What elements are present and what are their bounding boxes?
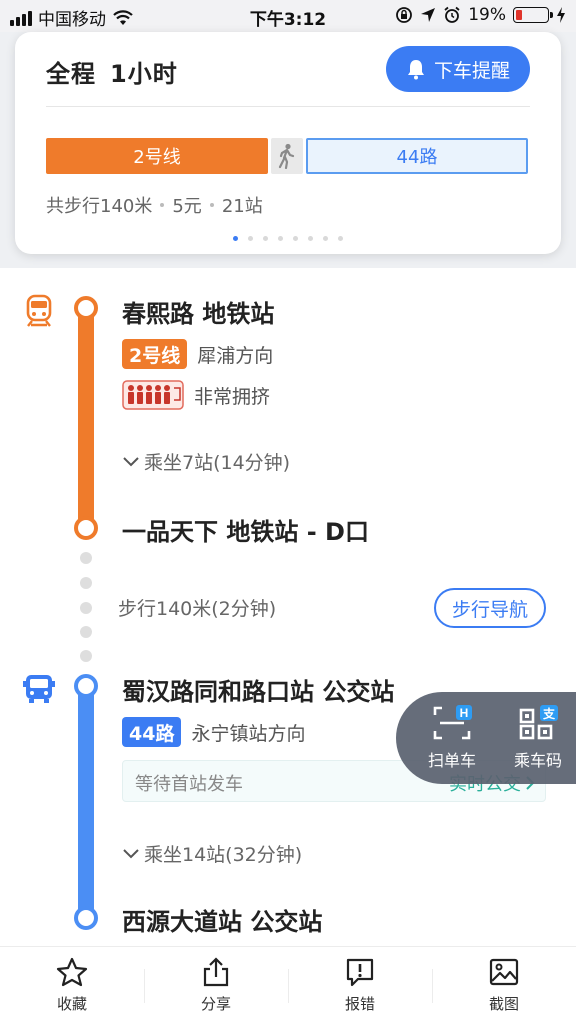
pager-dot[interactable] bbox=[323, 236, 328, 241]
subway-icon bbox=[26, 294, 52, 327]
pager-dot[interactable] bbox=[233, 236, 238, 241]
chevron-down-icon bbox=[123, 848, 139, 858]
fare: 5元 bbox=[172, 196, 202, 217]
metro-start-stop[interactable]: 春熙路 地铁站 bbox=[122, 294, 274, 329]
bell-icon bbox=[407, 60, 424, 80]
metro-route-line bbox=[78, 298, 94, 530]
favorite-button[interactable]: 收藏 bbox=[0, 947, 144, 1024]
crowded-people-icon bbox=[122, 380, 184, 410]
metro-direction: 犀浦方向 bbox=[197, 344, 274, 367]
report-error-label: 报错 bbox=[344, 995, 375, 1013]
metro-ride-info: 乘坐7站(14分钟) bbox=[144, 452, 291, 474]
bus-line-badge[interactable]: 44路 bbox=[122, 717, 182, 747]
segment-bus: 44路 bbox=[306, 138, 528, 174]
walk-navigation-button[interactable]: 步行导航 bbox=[434, 588, 546, 628]
meta-separator bbox=[209, 203, 214, 207]
star-icon bbox=[56, 957, 88, 987]
station-count: 21站 bbox=[221, 196, 263, 217]
screenshot-button[interactable]: 截图 bbox=[432, 947, 576, 1024]
bus-wait-text: 等待首站发车 bbox=[135, 774, 243, 795]
total-duration: 全程 1小时 bbox=[46, 54, 192, 89]
ride-code-button[interactable]: 支 乘车码 bbox=[504, 705, 572, 771]
pager-dot[interactable] bbox=[248, 236, 253, 241]
walking-person-icon bbox=[278, 143, 295, 169]
route-summary-card[interactable]: 全程 1小时 下车提醒 2号线 44路 共步行140米 5元 21站 bbox=[15, 32, 561, 254]
metro-line-info: 2号线 犀浦方向 bbox=[122, 339, 273, 369]
walk-dot bbox=[80, 552, 92, 564]
walk-total: 共步行140米 bbox=[46, 196, 153, 217]
report-error-button[interactable]: 报错 bbox=[288, 947, 432, 1024]
status-right: 19% bbox=[395, 5, 566, 25]
alipay-badge: 支 bbox=[542, 706, 556, 721]
charging-bolt-icon bbox=[557, 7, 565, 23]
scan-bike-icon: H bbox=[433, 705, 472, 740]
bus-line-info: 44路 永宁镇站方向 bbox=[122, 717, 305, 747]
walk-dot bbox=[80, 626, 92, 638]
bus-ride-info: 乘坐14站(32分钟) bbox=[144, 844, 303, 866]
pager-dot[interactable] bbox=[308, 236, 313, 241]
battery-fill bbox=[516, 10, 522, 20]
bus-ride-toggle[interactable]: 乘坐14站(32分钟) bbox=[122, 840, 302, 867]
card-divider bbox=[46, 106, 530, 107]
quick-action-panel: H 扫单车 支 乘车码 bbox=[396, 692, 576, 784]
qr-code-icon: 支 bbox=[519, 705, 558, 740]
bus-start-stop[interactable]: 蜀汉路同和路口站 公交站 bbox=[122, 672, 394, 707]
metro-end-stop[interactable]: 一品天下 地铁站 - D口 bbox=[122, 512, 369, 547]
bus-direction: 永宁镇站方向 bbox=[191, 722, 306, 745]
route-segment-bar: 2号线 44路 bbox=[46, 138, 528, 174]
bus-start-node bbox=[74, 674, 98, 698]
bus-end-stop[interactable]: 西源大道站 公交站 bbox=[122, 902, 322, 937]
bus-end-node bbox=[74, 906, 98, 930]
bottom-toolbar: 收藏 分享 报错 截图 bbox=[0, 946, 576, 1024]
share-label: 分享 bbox=[200, 995, 231, 1013]
route-meta: 共步行140米 5元 21站 bbox=[46, 192, 263, 218]
favorite-label: 收藏 bbox=[56, 995, 87, 1013]
walk-dot bbox=[80, 602, 92, 614]
screenshot-label: 截图 bbox=[488, 995, 519, 1013]
metro-line-badge[interactable]: 2号线 bbox=[122, 339, 188, 369]
meta-separator bbox=[160, 203, 165, 207]
alarm-icon bbox=[444, 6, 460, 23]
metro-ride-toggle[interactable]: 乘坐7站(14分钟) bbox=[122, 448, 290, 475]
crowd-text: 非常拥挤 bbox=[194, 385, 271, 408]
bus-icon bbox=[23, 675, 55, 703]
battery-icon bbox=[513, 7, 553, 23]
scan-bike-label: 扫单车 bbox=[427, 751, 476, 770]
walk-info: 步行140米(2分钟) bbox=[118, 598, 277, 620]
total-label: 全程 bbox=[46, 60, 96, 88]
scan-bike-button[interactable]: H 扫单车 bbox=[418, 705, 486, 771]
alight-reminder-label: 下车提醒 bbox=[433, 59, 510, 82]
route-pager-dots[interactable] bbox=[15, 236, 561, 241]
share-icon bbox=[203, 957, 229, 987]
metro-start-node bbox=[74, 296, 98, 320]
screenshot-icon bbox=[489, 958, 519, 986]
alight-reminder-button[interactable]: 下车提醒 bbox=[386, 46, 530, 92]
segment-walk bbox=[271, 138, 303, 174]
share-button[interactable]: 分享 bbox=[144, 947, 288, 1024]
ride-code-label: 乘车码 bbox=[513, 751, 562, 770]
bus-route-line bbox=[78, 676, 94, 920]
status-bar: 中国移动 下午3:12 19% bbox=[0, 0, 576, 32]
svg-text:H: H bbox=[460, 706, 469, 720]
pager-dot[interactable] bbox=[278, 236, 283, 241]
pager-dot[interactable] bbox=[263, 236, 268, 241]
walk-dot bbox=[80, 577, 92, 589]
metro-end-node bbox=[74, 516, 98, 540]
walk-dot bbox=[80, 650, 92, 662]
chevron-down-icon bbox=[123, 456, 139, 466]
crowd-level: 非常拥挤 bbox=[122, 380, 270, 410]
rotation-lock-icon bbox=[396, 7, 413, 23]
segment-metro: 2号线 bbox=[46, 138, 268, 174]
report-icon bbox=[346, 958, 374, 987]
location-arrow-icon bbox=[421, 8, 436, 22]
duration-value: 1小时 bbox=[110, 60, 178, 88]
battery-percent: 19% bbox=[468, 5, 506, 25]
pager-dot[interactable] bbox=[338, 236, 343, 241]
pager-dot[interactable] bbox=[293, 236, 298, 241]
